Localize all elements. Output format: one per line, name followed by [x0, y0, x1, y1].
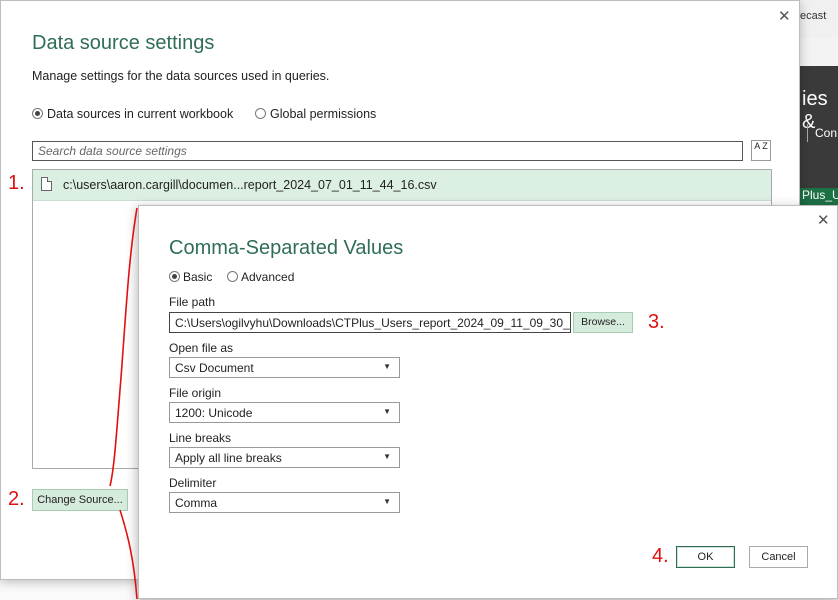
open-file-as-label: Open file as — [169, 341, 234, 355]
close-icon[interactable]: ✕ — [817, 211, 830, 229]
csv-settings-dialog: ✕ Comma-Separated Values Basic Advanced … — [138, 205, 838, 599]
dialog-title: Data source settings — [32, 32, 215, 54]
file-origin-value: 1200: Unicode — [175, 406, 253, 420]
annotation-number-3: 3. — [648, 311, 665, 333]
ok-button[interactable]: OK — [676, 546, 735, 568]
radio-selected-icon[interactable] — [32, 108, 43, 120]
close-icon[interactable]: ✕ — [778, 7, 791, 25]
list-item[interactable]: c:\users\aaron.cargill\documen...report_… — [33, 170, 771, 201]
radio-advanced-label: Advanced — [241, 270, 295, 284]
annotation-number-4: 4. — [652, 545, 669, 567]
file-path-input[interactable]: C:\Users\ogilvyhu\Downloads\CTPlus_Users… — [169, 312, 571, 333]
radio-advanced[interactable]: Advanced — [227, 270, 294, 284]
annotation-number-2: 2. — [8, 488, 25, 510]
browse-button[interactable]: Browse... — [573, 312, 633, 333]
chevron-down-icon: ▼ — [383, 497, 391, 506]
line-breaks-value: Apply all line breaks — [175, 451, 282, 465]
search-input[interactable]: Search data source settings — [32, 141, 743, 161]
radio-unselected-icon[interactable] — [255, 108, 266, 120]
radio-basic[interactable]: Basic — [169, 270, 212, 284]
cancel-button[interactable]: Cancel — [749, 546, 808, 568]
sort-icon-text: A Z — [754, 141, 768, 151]
excel-sheet-tab[interactable]: Plus_U — [800, 188, 838, 206]
delimiter-label: Delimiter — [169, 476, 217, 490]
open-file-as-value: Csv Document — [175, 361, 254, 375]
excel-grid-strip — [0, 578, 140, 600]
radio-basic-label: Basic — [183, 270, 213, 284]
chevron-down-icon: ▼ — [383, 362, 391, 371]
line-breaks-select[interactable]: Apply all line breaks ▼ — [169, 447, 400, 468]
chevron-down-icon: ▼ — [383, 407, 391, 416]
sort-az-icon[interactable]: A Z — [751, 140, 771, 161]
radio-unselected-icon[interactable] — [227, 271, 238, 283]
chevron-down-icon: ▼ — [383, 452, 391, 461]
file-icon — [41, 177, 52, 191]
dialog-description: Manage settings for the data sources use… — [32, 69, 330, 83]
list-item-path: c:\users\aaron.cargill\documen...report_… — [63, 178, 437, 192]
radio-global-label: Global permissions — [270, 107, 377, 121]
delimiter-value: Comma — [175, 496, 218, 510]
delimiter-select[interactable]: Comma ▼ — [169, 492, 400, 513]
radio-current-workbook[interactable]: Data sources in current workbook — [32, 107, 233, 121]
banner-con-text: Con — [815, 126, 838, 140]
radio-current-label: Data sources in current workbook — [47, 107, 234, 121]
ribbon-forecast-text: ecast — [800, 10, 827, 22]
radio-selected-icon[interactable] — [169, 271, 180, 283]
annotation-number-1: 1. — [8, 172, 25, 194]
open-file-as-select[interactable]: Csv Document ▼ — [169, 357, 400, 378]
change-source-button[interactable]: Change Source... — [32, 489, 128, 511]
file-path-label: File path — [169, 295, 216, 309]
file-origin-label: File origin — [169, 386, 222, 400]
file-origin-select[interactable]: 1200: Unicode ▼ — [169, 402, 400, 423]
line-breaks-label: Line breaks — [169, 431, 232, 445]
banner-divider — [807, 124, 808, 142]
dialog-title: Comma-Separated Values — [169, 237, 404, 259]
radio-global-permissions[interactable]: Global permissions — [255, 107, 376, 121]
